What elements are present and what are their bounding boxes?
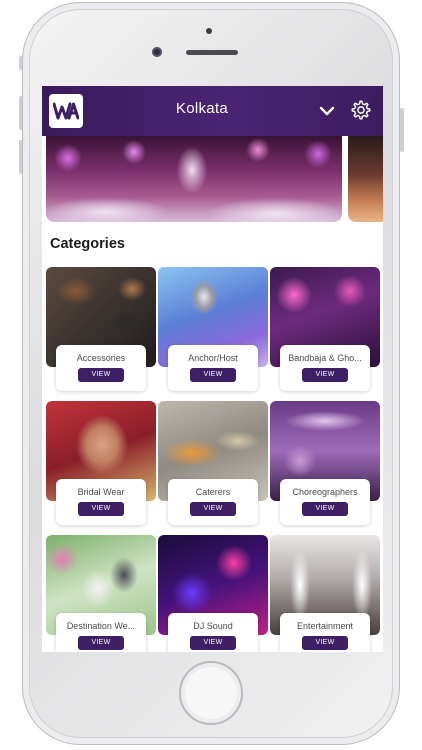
category-card-entertainment[interactable]: Entertainment VIEW (270, 535, 380, 652)
view-button[interactable]: VIEW (78, 502, 124, 516)
front-camera (206, 28, 212, 34)
wa-logo-icon (53, 102, 79, 120)
category-info: Choreographers VIEW (280, 479, 370, 525)
view-button[interactable]: VIEW (190, 636, 236, 650)
categories-heading: Categories (50, 236, 125, 252)
category-info: Entertainment VIEW (280, 613, 370, 652)
power-button[interactable] (400, 108, 404, 152)
app-screen: Kolkata Categories Accessories VIEW Anch… (42, 86, 383, 652)
home-button[interactable] (179, 661, 243, 725)
category-info: Bandbaja & Gho... VIEW (280, 345, 370, 391)
view-button[interactable]: VIEW (302, 636, 348, 650)
category-card-bandbaja[interactable]: Bandbaja & Gho... VIEW (270, 267, 380, 393)
category-name: Bridal Wear (77, 487, 125, 497)
category-card-accessories[interactable]: Accessories VIEW (46, 267, 156, 393)
category-info: DJ Sound VIEW (168, 613, 258, 652)
category-info: Caterers VIEW (168, 479, 258, 525)
view-button[interactable]: VIEW (302, 502, 348, 516)
category-name: Entertainment (296, 621, 354, 631)
category-name: DJ Sound (193, 621, 233, 631)
category-info: Anchor/Host VIEW (168, 345, 258, 391)
view-button[interactable]: VIEW (190, 502, 236, 516)
view-button[interactable]: VIEW (190, 368, 236, 382)
category-name: Destination We... (66, 621, 136, 631)
category-card-dj-sound[interactable]: DJ Sound VIEW (158, 535, 268, 652)
venue-banner-image[interactable] (46, 136, 342, 222)
category-info: Bridal Wear VIEW (56, 479, 146, 525)
gear-icon[interactable] (350, 99, 372, 121)
category-card-caterers[interactable]: Caterers VIEW (158, 401, 268, 527)
category-name: Accessories (76, 353, 126, 363)
chevron-down-icon[interactable] (318, 102, 336, 120)
category-info: Accessories VIEW (56, 345, 146, 391)
category-name: Bandbaja & Gho... (288, 353, 362, 363)
app-logo[interactable] (49, 94, 83, 128)
category-name: Anchor/Host (188, 353, 238, 363)
view-button[interactable]: VIEW (78, 368, 124, 382)
category-card-bridal-wear[interactable]: Bridal Wear VIEW (46, 401, 156, 527)
view-button[interactable]: VIEW (302, 368, 348, 382)
category-name: Choreographers (292, 487, 358, 497)
category-card-destination-wedding[interactable]: Destination We... VIEW (46, 535, 156, 652)
category-card-choreographers[interactable]: Choreographers VIEW (270, 401, 380, 527)
category-info: Destination We... VIEW (56, 613, 146, 652)
category-name: Caterers (195, 487, 231, 497)
app-header: Kolkata (42, 86, 383, 136)
city-selector-label[interactable]: Kolkata (132, 100, 272, 117)
category-card-anchor-host[interactable]: Anchor/Host VIEW (158, 267, 268, 393)
proximity-sensor (152, 47, 162, 57)
view-button[interactable]: VIEW (78, 636, 124, 650)
next-banner-image[interactable] (348, 136, 383, 222)
earpiece-speaker (186, 50, 238, 55)
